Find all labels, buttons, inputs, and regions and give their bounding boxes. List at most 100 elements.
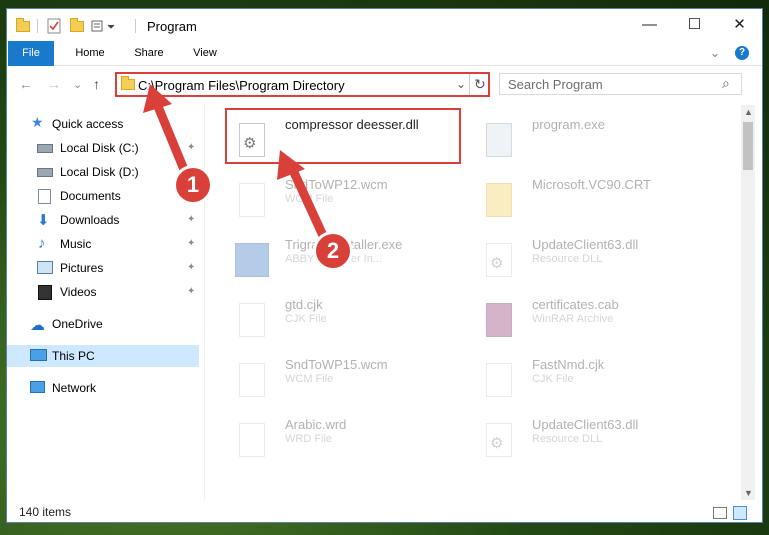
star-icon: ★ <box>31 114 44 130</box>
documents-icon <box>38 189 51 204</box>
file-name: SndToWP15.wcm <box>285 357 388 372</box>
tab-view[interactable]: View <box>180 41 230 65</box>
minimize-button[interactable]: — <box>627 9 672 39</box>
search-input[interactable]: Search Program <box>508 77 603 92</box>
pane-divider <box>204 105 205 500</box>
refresh-icon[interactable]: ↻ <box>474 76 486 93</box>
sidebar-item-documents[interactable]: Documents ✦ <box>7 185 199 207</box>
help-icon[interactable]: ? <box>735 46 749 60</box>
expand-ribbon-icon[interactable]: ⌄ <box>707 41 723 65</box>
step-2-badge: 2 <box>316 234 350 268</box>
maximize-button[interactable]: ☐ <box>672 9 717 39</box>
file-item-updateclient63-dll-2[interactable]: UpdateClient63.dll Resource DLL <box>468 411 708 463</box>
scroll-down-icon[interactable]: ▼ <box>744 488 753 498</box>
back-button[interactable]: ← <box>19 76 33 92</box>
pin-icon[interactable]: ✦ <box>187 214 195 225</box>
sidebar-item-label: Local Disk (D:) <box>60 165 139 179</box>
search-box[interactable]: Search Program ⌕ <box>499 73 742 95</box>
title-bar: Program — ☐ ✕ <box>7 9 762 41</box>
pin-icon[interactable]: ✦ <box>187 286 195 297</box>
folder-icon <box>121 76 135 90</box>
up-button[interactable]: ↑ <box>93 76 100 92</box>
sidebar-item-network[interactable]: Network <box>7 377 199 399</box>
file-name: program.exe <box>532 117 605 132</box>
sidebar-item-this-pc[interactable]: This PC <box>7 345 199 367</box>
title-divider <box>135 19 136 33</box>
file-type: WinRAR Archive <box>532 313 614 325</box>
ribbon: File Home Share View ⌄ ? <box>7 41 762 93</box>
properties-icon[interactable] <box>47 17 61 35</box>
file-item-arabic-wrd[interactable]: Arabic.wrd WRD File <box>221 411 461 463</box>
file-icon <box>239 183 265 217</box>
scrollbar-thumb[interactable] <box>743 122 753 170</box>
sidebar-item-label: Network <box>52 381 97 395</box>
file-list: compressor deesser.dll program.exe SndTo… <box>211 105 741 500</box>
sidebar-item-onedrive[interactable]: ☁ OneDrive <box>7 313 199 335</box>
sidebar-item-quick-access[interactable]: ★ Quick access <box>7 113 199 135</box>
file-name: UpdateClient63.dll <box>532 417 639 432</box>
close-icon: ✕ <box>733 16 746 33</box>
installer-icon <box>235 243 269 277</box>
navigation-pane: ★ Quick access Local Disk (C:) ✦ Local D… <box>7 105 199 500</box>
file-name: SndToWP12.wcm <box>285 177 388 192</box>
file-name: Microsoft.VC90.CRT <box>532 177 651 192</box>
qat-divider <box>37 19 38 33</box>
scroll-up-icon[interactable]: ▲ <box>744 107 753 117</box>
sidebar-item-local-disk-d[interactable]: Local Disk (D:) ✦ <box>7 161 199 183</box>
file-explorer-window: Program — ☐ ✕ File Home Share View ⌄ ? ←… <box>6 8 763 523</box>
item-count: 140 items <box>19 505 72 519</box>
dll-icon <box>486 423 512 457</box>
details-view-icon[interactable] <box>713 507 727 519</box>
network-icon <box>30 381 45 393</box>
recent-locations-button[interactable]: ⌄ <box>73 78 82 91</box>
search-icon[interactable]: ⌕ <box>722 75 730 92</box>
file-type: WCM File <box>285 193 334 205</box>
sidebar-item-label: OneDrive <box>52 317 103 331</box>
minimize-icon: — <box>642 15 657 33</box>
address-dropdown-icon[interactable]: ⌄ <box>456 77 466 91</box>
new-folder-icon[interactable] <box>70 17 84 35</box>
file-item-microsoft-vc90-crt[interactable]: Microsoft.VC90.CRT <box>468 171 708 223</box>
address-bar[interactable]: C:\Program Files\Program Directory ⌄ ↻ <box>115 72 490 97</box>
file-item-fastnmd-cjk[interactable]: FastNmd.cjk CJK File <box>468 351 708 403</box>
vertical-scrollbar[interactable]: ▲ ▼ <box>741 105 755 500</box>
file-icon <box>239 363 265 397</box>
dll-icon <box>486 243 512 277</box>
sidebar-item-pictures[interactable]: Pictures ✦ <box>7 257 199 279</box>
forward-button[interactable]: → <box>47 76 61 92</box>
pin-icon[interactable]: ✦ <box>187 262 195 273</box>
this-pc-icon <box>30 349 47 361</box>
file-name: Arabic.wrd <box>285 417 347 432</box>
tab-share[interactable]: Share <box>124 41 174 65</box>
file-name: certificates.cab <box>532 297 619 312</box>
sidebar-item-videos[interactable]: Videos ✦ <box>7 281 199 303</box>
pin-icon[interactable]: ✦ <box>187 238 195 249</box>
sidebar-item-downloads[interactable]: ⬇ Downloads ✦ <box>7 209 199 231</box>
file-item-gtd-cjk[interactable]: gtd.cjk CJK File <box>221 291 461 343</box>
address-divider <box>469 74 470 95</box>
sidebar-item-music[interactable]: ♪ Music ✦ <box>7 233 199 255</box>
file-item-program-exe[interactable]: program.exe <box>468 111 708 163</box>
file-name: UpdateClient63.dll <box>532 237 639 252</box>
file-item-updateclient63-dll[interactable]: UpdateClient63.dll Resource DLL <box>468 231 708 283</box>
customize-qat-icon[interactable] <box>91 17 117 35</box>
navigation-bar: ← → ⌄ ↑ C:\Program Files\Program Directo… <box>7 66 762 102</box>
close-button[interactable]: ✕ <box>717 9 762 39</box>
music-icon: ♪ <box>38 235 46 252</box>
file-item-sndtowp12-wcm[interactable]: SndToWP12.wcm WCM File <box>221 171 461 223</box>
file-icon <box>239 303 265 337</box>
large-icons-view-icon[interactable] <box>733 506 747 520</box>
address-text[interactable]: C:\Program Files\Program Directory <box>138 78 345 93</box>
tab-home[interactable]: Home <box>65 41 115 65</box>
file-item-certificates-cab[interactable]: certificates.cab WinRAR Archive <box>468 291 708 343</box>
folder-icon <box>486 183 512 217</box>
file-item-sndtowp15-wcm[interactable]: SndToWP15.wcm WCM File <box>221 351 461 403</box>
step-1-badge: 1 <box>176 168 210 202</box>
archive-icon <box>486 303 512 337</box>
sidebar-item-local-disk-c[interactable]: Local Disk (C:) ✦ <box>7 137 199 159</box>
file-type: WRD File <box>285 433 333 445</box>
pin-icon[interactable]: ✦ <box>187 142 195 153</box>
file-type: CJK File <box>532 373 574 385</box>
folder-icon <box>16 17 30 35</box>
pictures-icon <box>37 261 53 274</box>
